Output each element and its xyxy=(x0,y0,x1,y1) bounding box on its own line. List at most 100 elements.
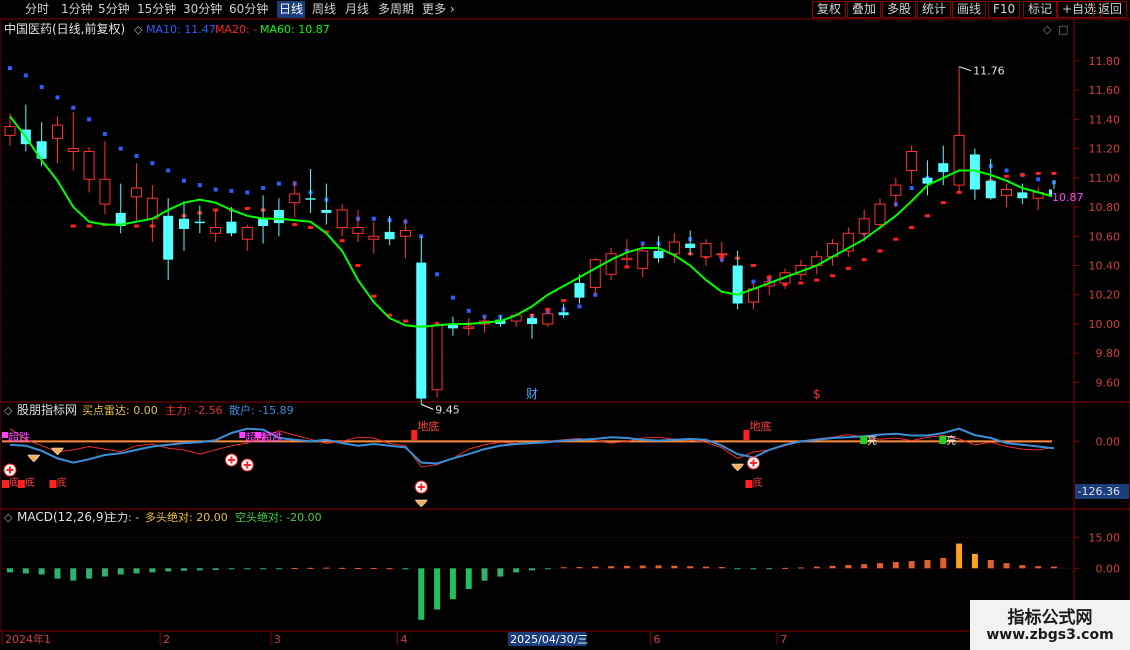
y-tick-label: 9.80 xyxy=(1096,347,1121,360)
y-tick-label: 11.80 xyxy=(1089,55,1121,68)
ma20-dot xyxy=(355,264,361,268)
candle-body-down xyxy=(305,198,316,200)
signal-liang-box xyxy=(860,436,868,444)
ma20-dot xyxy=(70,224,76,228)
candle-body-down xyxy=(1017,192,1028,199)
window-icon: □ xyxy=(1058,23,1068,36)
candle-body-down xyxy=(938,163,949,172)
macd-bar xyxy=(576,567,583,569)
macd-bar xyxy=(117,568,124,575)
macd-bar xyxy=(560,567,567,569)
macd-bar xyxy=(481,568,488,581)
ma20-dot xyxy=(940,201,946,205)
ma10-dot xyxy=(371,216,376,221)
candle-body-up xyxy=(51,124,63,139)
indicator-panel: ◇ 股朋指标网 买点雷达: 0.00 主力: -2.56 散户: -15.89 0.00 超… xyxy=(2,402,1129,508)
ma20-dot xyxy=(750,264,756,268)
y-tick-label: 15.00 xyxy=(1089,531,1121,544)
watermark-title: 指标公式网 xyxy=(1007,608,1093,628)
ma10-dot xyxy=(245,190,250,195)
ma20-dot xyxy=(877,249,883,253)
x-tick-label: 6 xyxy=(654,633,661,646)
macd-bar xyxy=(892,562,899,569)
macd-bar xyxy=(718,567,725,569)
candle-body-up xyxy=(953,134,965,186)
candle-body-down xyxy=(732,265,743,304)
indicator-legend: 散户: -15.89 xyxy=(229,403,294,417)
signal-didi: 地底 xyxy=(749,419,771,433)
macd-legend: 主力: - xyxy=(106,511,139,524)
ma20-dot xyxy=(1035,171,1041,175)
signal-didi: 地底 xyxy=(417,419,439,433)
macd-bar xyxy=(766,568,773,570)
candle-body-up xyxy=(463,326,475,329)
macd-bar xyxy=(101,568,108,577)
ma-legend: MA20: - xyxy=(215,23,257,36)
signal-di-box xyxy=(17,480,25,488)
candle-body-down xyxy=(653,250,664,259)
signal-liang: 亮 xyxy=(946,434,956,447)
macd-bar xyxy=(196,568,203,571)
x-tick-label: 7 xyxy=(780,633,787,646)
signal-chaodie: 超跌 xyxy=(261,430,283,444)
watermark: 指标公式网 www.zbgs3.com xyxy=(970,600,1130,650)
macd-bar xyxy=(1003,563,1010,569)
ma-legend: MA10: 11.47 xyxy=(146,23,216,36)
candle-body-up xyxy=(352,227,364,234)
last-value-label: -126.36 xyxy=(1078,485,1120,498)
macd-bar xyxy=(386,568,393,570)
macd-bar xyxy=(845,564,852,569)
ma-legend: MA60: 10.87 xyxy=(260,23,330,36)
macd-bar xyxy=(924,560,931,569)
ma20-dot xyxy=(861,258,867,262)
signal-liang-box xyxy=(939,436,947,444)
ma20-dot xyxy=(1019,173,1025,177)
y-tick-label: 10.20 xyxy=(1089,289,1121,302)
signal-di-box xyxy=(49,480,57,488)
ma20-dot xyxy=(339,239,345,243)
indicator-legend: 主力: -2.56 xyxy=(165,404,223,417)
macd-bar xyxy=(275,568,282,570)
macd-bar xyxy=(244,568,251,570)
ma20-dot xyxy=(292,223,298,227)
macd-bar xyxy=(671,565,678,569)
ma20-dot xyxy=(830,274,836,278)
macd-bar xyxy=(861,564,868,569)
candle-body-down xyxy=(416,262,427,399)
macd-legend: 空头绝对: -20.00 xyxy=(235,510,322,524)
ma10-dot xyxy=(1004,168,1009,173)
macd-bar xyxy=(544,568,551,570)
macd-panel: ◇ MACD(12,26,9)主力: - 多头绝对: 20.00 空头绝对: -20.… xyxy=(2,510,1120,620)
macd-bar xyxy=(987,560,994,569)
candle-body-up xyxy=(241,227,253,240)
diamond-icon xyxy=(27,454,41,463)
candle-body-up xyxy=(668,241,680,255)
y-tick-label: 10.00 xyxy=(1089,318,1121,331)
indicator-title: 股朋指标网 xyxy=(17,402,77,417)
macd-bar xyxy=(623,565,630,569)
ma20-dot xyxy=(134,224,140,228)
ma20-dot xyxy=(1004,174,1010,178)
sanhu-line xyxy=(9,427,1055,465)
macd-bar xyxy=(133,568,140,574)
macd-bar xyxy=(940,557,947,569)
candle-body-down xyxy=(574,283,585,298)
ma20-dot xyxy=(308,226,314,230)
candle-body-up xyxy=(368,235,380,240)
candle-body-up xyxy=(589,259,601,288)
macd-bar xyxy=(7,568,13,573)
candle-body-down xyxy=(226,221,237,234)
macd-bar xyxy=(181,568,187,571)
y-tick-label: 10.40 xyxy=(1089,260,1121,273)
macd-bar xyxy=(370,568,377,570)
macd-bar xyxy=(971,553,978,569)
ma20-dot xyxy=(909,226,915,230)
ma10-dot xyxy=(577,304,582,309)
ma10-dot xyxy=(276,181,281,186)
macd-bar xyxy=(703,566,709,569)
macd-bar xyxy=(592,566,599,569)
candle-body-up xyxy=(431,324,443,391)
candle-body-down xyxy=(179,218,189,229)
event-marker: $ xyxy=(813,387,821,401)
signal-di: 底 xyxy=(25,476,35,489)
